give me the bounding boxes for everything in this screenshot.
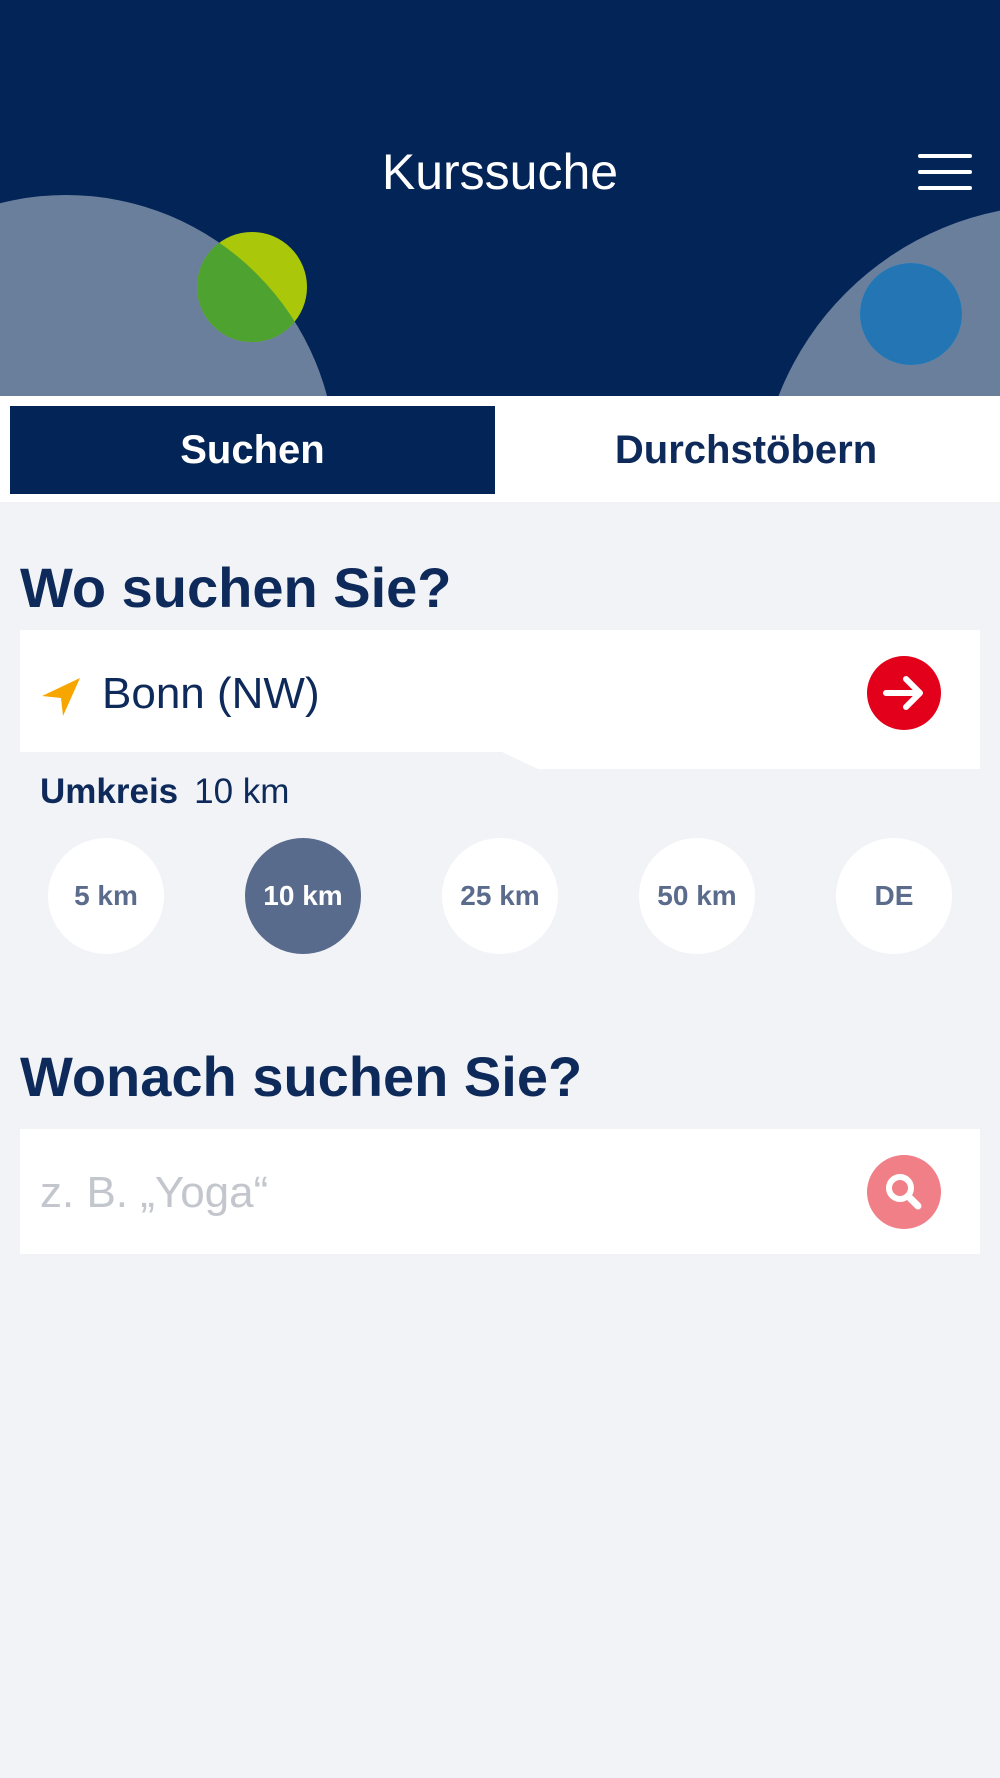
tab-bar: Suchen Durchstöbern [0, 396, 1000, 502]
radius-option-25km[interactable]: 25 km [442, 838, 558, 954]
tab-suchen[interactable]: Suchen [10, 406, 495, 494]
radius-row: Umkreis 10 km [40, 772, 289, 822]
search-button[interactable] [867, 1155, 941, 1229]
radius-option-de[interactable]: DE [836, 838, 952, 954]
search-input[interactable] [38, 1157, 842, 1229]
radius-option-10km[interactable]: 10 km [245, 838, 361, 954]
radius-option-50km[interactable]: 50 km [639, 838, 755, 954]
go-button[interactable] [867, 656, 941, 730]
page-title: Kurssuche [381, 144, 619, 200]
app-header: Kurssuche [0, 0, 1000, 396]
search-heading: Wonach suchen Sie? [20, 1045, 583, 1108]
location-heading: Wo suchen Sie? [20, 556, 452, 619]
location-arrow-icon [42, 678, 80, 716]
location-value: Bonn (NW) [102, 669, 320, 718]
tab-durchstoebern[interactable]: Durchstöbern [500, 406, 992, 494]
search-box [20, 1129, 980, 1254]
radius-value: 10 km [194, 772, 290, 811]
radius-option-5km[interactable]: 5 km [48, 838, 164, 954]
arrow-right-icon [883, 676, 923, 710]
search-icon [886, 1174, 922, 1210]
hamburger-menu-icon[interactable] [912, 150, 976, 194]
location-field[interactable]: Bonn (NW) [20, 630, 980, 770]
radius-label: Umkreis [40, 772, 179, 811]
